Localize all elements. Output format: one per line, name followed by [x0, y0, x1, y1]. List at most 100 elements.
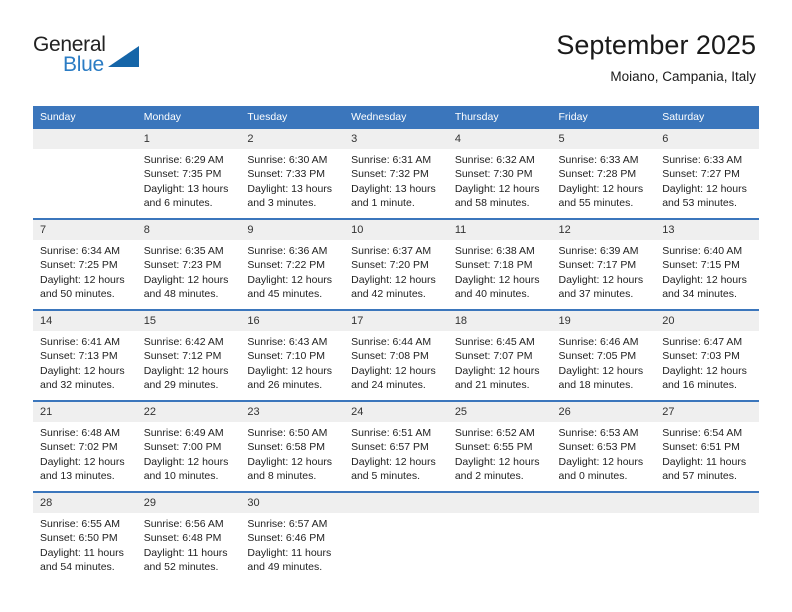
calendar-cell-empty — [344, 491, 448, 593]
day-number: 8 — [136, 220, 241, 240]
day-details: Sunrise: 6:46 AM Sunset: 7:05 PM Daylight:… — [552, 331, 656, 392]
calendar-day-cell[interactable]: 29 Sunrise: 6:56 AM Sunset: 6:48 PM Dayligh… — [136, 491, 241, 593]
daylight-text: Daylight: 11 hours — [40, 546, 124, 559]
daylight-text-cont: and 37 minutes. — [558, 287, 634, 300]
sunrise-text: Sunrise: 6:43 AM — [247, 336, 328, 348]
calendar-day-cell[interactable]: 8 Sunrise: 6:35 AM Sunset: 7:23 PM Daylight… — [136, 218, 241, 310]
calendar-day-cell[interactable]: 23 Sunrise: 6:50 AM Sunset: 6:58 PM Dayligh… — [240, 400, 345, 492]
daylight-text-cont: and 48 minutes. — [143, 287, 219, 300]
sunset-text: Sunset: 7:02 PM — [40, 441, 118, 454]
calendar-week-row: 7 Sunrise: 6:34 AM Sunset: 7:25 PM Daylight… — [33, 218, 759, 310]
calendar-day-cell[interactable]: 2 Sunrise: 6:30 AM Sunset: 7:33 PM Daylight… — [240, 127, 345, 219]
calendar-cell-empty — [551, 491, 656, 593]
day-details — [552, 513, 656, 517]
title-block: September 2025 Moiano, Campania, Italy — [556, 30, 756, 84]
daylight-text-cont: and 55 minutes. — [558, 196, 634, 209]
day-number: 27 — [655, 402, 759, 422]
day-number: 25 — [447, 402, 552, 422]
day-details — [448, 513, 552, 517]
day-number: 2 — [240, 129, 345, 149]
daylight-text: Daylight: 12 hours — [143, 364, 229, 377]
day-number: 6 — [655, 129, 759, 149]
day-number: 4 — [447, 129, 552, 149]
daylight-text: Daylight: 12 hours — [662, 182, 747, 195]
weekday-header-tuesday: Tuesday — [240, 106, 345, 128]
daylight-text-cont: and 8 minutes. — [247, 469, 317, 482]
daylight-text: Daylight: 12 hours — [454, 455, 540, 468]
day-details: Sunrise: 6:40 AM Sunset: 7:15 PM Daylight:… — [655, 240, 759, 301]
calendar-day-cell[interactable]: 5 Sunrise: 6:33 AM Sunset: 7:28 PM Daylight… — [551, 127, 656, 219]
sunrise-text: Sunrise: 6:42 AM — [143, 336, 224, 348]
calendar-day-cell[interactable]: 18 Sunrise: 6:45 AM Sunset: 7:07 PM Dayligh… — [447, 309, 552, 401]
daylight-text: Daylight: 11 hours — [662, 455, 747, 468]
day-number: 12 — [551, 220, 656, 240]
day-number: 24 — [344, 402, 448, 422]
sunset-text: Sunset: 7:17 PM — [558, 259, 637, 272]
page-header: General Blue September 2025 Moiano, Camp… — [0, 0, 792, 100]
daylight-text: Daylight: 12 hours — [40, 364, 125, 377]
daylight-text-cont: and 21 minutes. — [454, 378, 530, 391]
calendar-day-cell[interactable]: 20 Sunrise: 6:47 AM Sunset: 7:03 PM Dayligh… — [655, 309, 759, 401]
calendar-day-cell[interactable]: 4 Sunrise: 6:32 AM Sunset: 7:30 PM Daylight… — [447, 127, 552, 219]
sunrise-text: Sunrise: 6:41 AM — [40, 336, 120, 348]
sunset-text: Sunset: 7:13 PM — [40, 350, 118, 363]
day-details: Sunrise: 6:45 AM Sunset: 7:07 PM Daylight:… — [448, 331, 552, 392]
calendar-day-cell[interactable]: 3 Sunrise: 6:31 AM Sunset: 7:32 PM Daylight… — [344, 127, 448, 219]
sunset-text: Sunset: 6:51 PM — [662, 441, 740, 454]
calendar-day-cell[interactable]: 28 Sunrise: 6:55 AM Sunset: 6:50 PM Dayligh… — [33, 491, 137, 593]
sunrise-text: Sunrise: 6:44 AM — [351, 336, 432, 348]
day-number: 23 — [240, 402, 345, 422]
daylight-text-cont: and 18 minutes. — [558, 378, 634, 391]
day-number: 17 — [344, 311, 448, 331]
calendar-day-cell[interactable]: 22 Sunrise: 6:49 AM Sunset: 7:00 PM Dayligh… — [136, 400, 241, 492]
calendar-day-cell[interactable]: 11 Sunrise: 6:38 AM Sunset: 7:18 PM Dayligh… — [447, 218, 552, 310]
calendar-day-cell[interactable]: 19 Sunrise: 6:46 AM Sunset: 7:05 PM Dayligh… — [551, 309, 656, 401]
daylight-text: Daylight: 12 hours — [247, 273, 333, 286]
calendar-day-cell[interactable]: 30 Sunrise: 6:57 AM Sunset: 6:46 PM Dayligh… — [240, 491, 345, 593]
calendar-day-cell[interactable]: 7 Sunrise: 6:34 AM Sunset: 7:25 PM Daylight… — [33, 218, 137, 310]
sunrise-text: Sunrise: 6:57 AM — [247, 518, 328, 530]
calendar-day-cell[interactable]: 26 Sunrise: 6:53 AM Sunset: 6:53 PM Dayligh… — [551, 400, 656, 492]
calendar-day-cell[interactable]: 25 Sunrise: 6:52 AM Sunset: 6:55 PM Dayligh… — [447, 400, 552, 492]
day-details: Sunrise: 6:53 AM Sunset: 6:53 PM Daylight:… — [552, 422, 656, 483]
daylight-text: Daylight: 12 hours — [351, 364, 436, 377]
calendar-day-cell[interactable]: 1 Sunrise: 6:29 AM Sunset: 7:35 PM Daylight… — [136, 127, 241, 219]
sunrise-text: Sunrise: 6:39 AM — [558, 245, 639, 257]
sunset-text: Sunset: 7:27 PM — [662, 168, 740, 181]
calendar-day-cell[interactable]: 10 Sunrise: 6:37 AM Sunset: 7:20 PM Dayligh… — [344, 218, 448, 310]
daylight-text-cont: and 53 minutes. — [662, 196, 737, 209]
day-details: Sunrise: 6:56 AM Sunset: 6:48 PM Daylight:… — [137, 513, 241, 574]
daylight-text-cont: and 24 minutes. — [351, 378, 426, 391]
calendar-day-cell[interactable]: 16 Sunrise: 6:43 AM Sunset: 7:10 PM Dayligh… — [240, 309, 345, 401]
calendar-day-cell[interactable]: 21 Sunrise: 6:48 AM Sunset: 7:02 PM Dayligh… — [33, 400, 137, 492]
calendar-day-cell[interactable]: 15 Sunrise: 6:42 AM Sunset: 7:12 PM Dayligh… — [136, 309, 241, 401]
sunrise-text: Sunrise: 6:54 AM — [662, 427, 743, 439]
calendar-day-cell[interactable]: 12 Sunrise: 6:39 AM Sunset: 7:17 PM Dayligh… — [551, 218, 656, 310]
calendar-week-row: 21 Sunrise: 6:48 AM Sunset: 7:02 PM Dayligh… — [33, 400, 759, 492]
daylight-text: Daylight: 12 hours — [662, 364, 747, 377]
daylight-text: Daylight: 13 hours — [247, 182, 333, 195]
calendar-day-cell[interactable]: 9 Sunrise: 6:36 AM Sunset: 7:22 PM Daylight… — [240, 218, 345, 310]
daylight-text: Daylight: 12 hours — [558, 273, 644, 286]
sunset-text: Sunset: 6:46 PM — [247, 532, 326, 545]
sunrise-text: Sunrise: 6:45 AM — [454, 336, 535, 348]
calendar-day-cell[interactable]: 27 Sunrise: 6:54 AM Sunset: 6:51 PM Dayligh… — [655, 400, 759, 492]
day-details — [344, 513, 448, 517]
daylight-text-cont: and 3 minutes. — [247, 196, 317, 209]
daylight-text: Daylight: 12 hours — [143, 273, 229, 286]
daylight-text-cont: and 40 minutes. — [454, 287, 530, 300]
calendar-day-cell[interactable]: 17 Sunrise: 6:44 AM Sunset: 7:08 PM Dayligh… — [344, 309, 448, 401]
daylight-text: Daylight: 12 hours — [558, 182, 644, 195]
logo-text-blue: Blue — [63, 53, 104, 76]
general-blue-logo[interactable]: General Blue — [33, 33, 153, 81]
calendar-day-cell[interactable]: 14 Sunrise: 6:41 AM Sunset: 7:13 PM Dayligh… — [33, 309, 137, 401]
daylight-text: Daylight: 12 hours — [40, 273, 125, 286]
calendar-day-cell[interactable]: 24 Sunrise: 6:51 AM Sunset: 6:57 PM Dayligh… — [344, 400, 448, 492]
day-details: Sunrise: 6:48 AM Sunset: 7:02 PM Daylight:… — [33, 422, 137, 483]
calendar-day-cell[interactable]: 6 Sunrise: 6:33 AM Sunset: 7:27 PM Daylight… — [655, 127, 759, 219]
calendar-day-cell[interactable]: 13 Sunrise: 6:40 AM Sunset: 7:15 PM Dayligh… — [655, 218, 759, 310]
day-details: Sunrise: 6:50 AM Sunset: 6:58 PM Daylight:… — [240, 422, 344, 483]
daylight-text-cont: and 52 minutes. — [143, 560, 219, 573]
sunset-text: Sunset: 6:53 PM — [558, 441, 637, 454]
sunset-text: Sunset: 7:08 PM — [351, 350, 429, 363]
